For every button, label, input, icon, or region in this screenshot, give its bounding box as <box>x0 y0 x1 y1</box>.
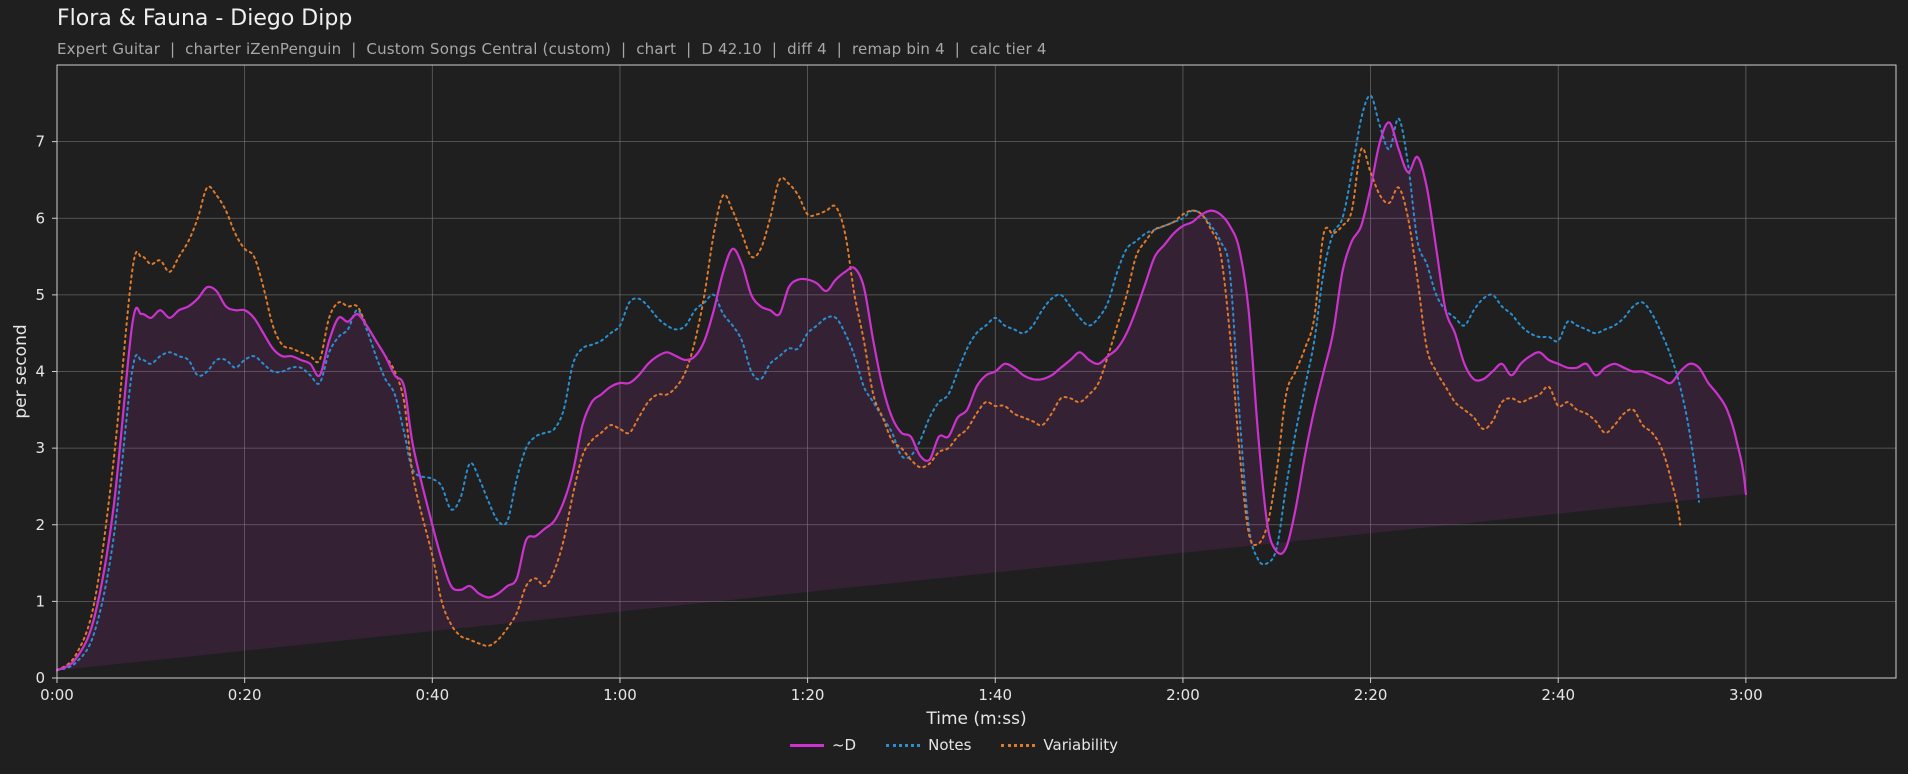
d-area-fill <box>57 122 1746 671</box>
legend-swatch-notes <box>886 743 921 747</box>
x-tick-label: 1:20 <box>791 686 825 704</box>
y-axis-ticks: 0 1 2 3 4 5 6 7 <box>35 133 57 687</box>
legend-label-d: ~D <box>831 736 857 754</box>
x-tick-label: 0:40 <box>415 686 449 704</box>
y-axis-label: per second <box>11 324 31 418</box>
y-tick-label: 2 <box>35 516 45 534</box>
y-tick-label: 0 <box>35 669 45 687</box>
x-tick-label: 1:40 <box>978 686 1012 704</box>
legend-item-d: ~D <box>789 736 857 754</box>
y-tick-label: 3 <box>35 439 45 457</box>
x-tick-label: 3:00 <box>1729 686 1763 704</box>
legend-swatch-d <box>789 743 824 747</box>
x-tick-label: 2:00 <box>1166 686 1200 704</box>
x-tick-label: 0:20 <box>228 686 262 704</box>
x-tick-label: 1:00 <box>603 686 637 704</box>
y-tick-label: 6 <box>35 209 45 227</box>
x-tick-label: 2:40 <box>1541 686 1575 704</box>
y-tick-label: 4 <box>35 363 45 381</box>
chart-svg: 0:00 0:20 0:40 1:00 1:20 1:40 2:00 2:20 2:40 3:00… <box>11 64 1897 729</box>
legend: ~D Notes Variability <box>0 736 1908 754</box>
y-tick-label: 1 <box>35 592 45 610</box>
legend-item-variability: Variability <box>1001 736 1118 754</box>
legend-swatch-variability <box>1001 743 1036 747</box>
x-axis-ticks: 0:00 0:20 0:40 1:00 1:20 1:40 2:00 2:20 2:40 3:00 <box>40 678 1763 704</box>
d-area <box>57 122 1746 671</box>
x-tick-label: 0:00 <box>40 686 74 704</box>
legend-label-variability: Variability <box>1043 736 1119 754</box>
x-tick-label: 2:20 <box>1354 686 1388 704</box>
y-tick-label: 5 <box>35 286 45 304</box>
legend-item-notes: Notes <box>886 736 971 754</box>
legend-label-notes: Notes <box>928 736 972 754</box>
x-axis-label: Time (m:ss) <box>925 709 1026 729</box>
y-tick-label: 7 <box>35 133 45 151</box>
